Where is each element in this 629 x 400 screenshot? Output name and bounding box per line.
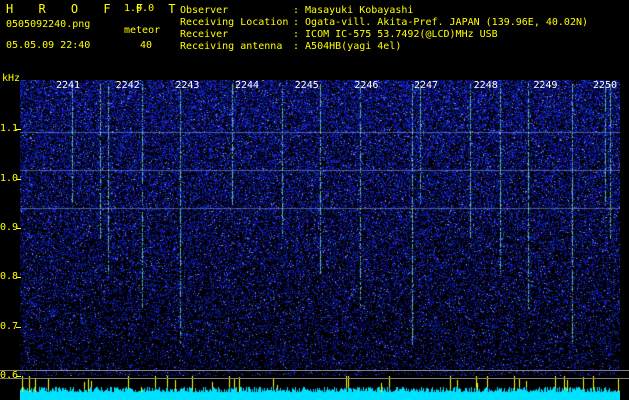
info-value-location: : Ogata-vill. Akita-Pref. JAPAN (139.96E… [293,17,589,28]
bottom-gridline [0,378,629,379]
minute-label: 2243 [175,80,200,91]
info-key-receiver: Receiver [180,29,229,40]
info-key-location: Receiving Location [180,17,289,28]
app-logo: H R O F F T [6,2,185,16]
app-version: 1.0.0 [124,3,155,14]
minute-label: 2250 [593,80,618,91]
info-value-observer: : Masayuki Kobayashi [293,5,414,16]
minute-label: 2248 [473,80,498,91]
y-tick-mark [16,326,21,328]
y-axis-unit: kHz [2,73,21,84]
spectrogram [20,80,620,376]
minute-label: 2247 [414,80,439,91]
meteor-label: meteor [124,25,161,36]
spectrogram-canvas [20,80,620,376]
minute-label: 2245 [294,80,319,91]
info-key-antenna: Receiving antenna [180,41,283,52]
y-tick-mark [16,376,21,377]
minute-label: 2246 [354,80,379,91]
minute-label: 2249 [533,80,558,91]
hrofft-window: H R O F F T 1.0.0 0505092240.png meteor … [0,0,629,400]
minute-label: 2242 [115,80,140,91]
info-value-receiver: : ICOM IC-575 53.7492(@LCD)MHz USB [293,29,498,40]
y-tick-mark [16,228,21,229]
minute-label: 2244 [235,80,260,91]
meteor-count: 40 [140,40,153,51]
info-key-observer: Observer [180,5,229,16]
y-tick-mark [16,178,21,180]
info-value-antenna: : A504HB(yagi 4el) [293,41,402,52]
baseline-strip [20,376,620,400]
baseline-canvas [20,376,620,400]
lower-gridline [0,370,629,371]
datetime: 05.05.09 22:40 [6,40,91,51]
filename: 0505092240.png [6,19,91,30]
y-tick-mark [16,277,21,279]
y-tick-mark [16,129,21,131]
minute-label: 2241 [56,80,81,91]
